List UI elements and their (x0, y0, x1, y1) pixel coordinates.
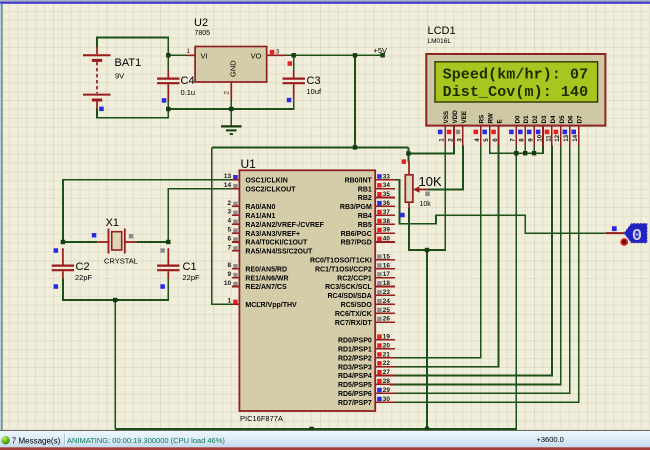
svg-text:Speed(km/hr): 07: Speed(km/hr): 07 (443, 66, 589, 83)
svg-text:D3: D3 (541, 115, 548, 124)
svg-text:RD1/PSP1: RD1/PSP1 (338, 347, 372, 354)
svg-text:D7: D7 (577, 115, 584, 124)
svg-text:14: 14 (224, 182, 232, 189)
svg-text:RD7/PSP7: RD7/PSP7 (338, 400, 372, 407)
svg-text:VSS: VSS (443, 111, 450, 124)
svg-text:RE0/AN5/RD: RE0/AN5/RD (245, 266, 287, 273)
svg-text:RA2/AN2/VREF-/CVREF: RA2/AN2/VREF-/CVREF (245, 222, 324, 229)
svg-text:RB7/PGD: RB7/PGD (341, 240, 372, 247)
svg-text:2: 2 (227, 200, 231, 207)
svg-text:RC7/RX/DT: RC7/RX/DT (335, 320, 373, 327)
svg-text:X1: X1 (106, 217, 119, 229)
svg-text:+5V: +5V (374, 46, 388, 55)
svg-text:D5: D5 (559, 115, 566, 124)
svg-text:RC1/T1OSI/CCP2: RC1/T1OSI/CCP2 (315, 266, 372, 273)
svg-text:8: 8 (227, 262, 231, 269)
svg-text:U1: U1 (241, 157, 257, 171)
svg-text:RE1/AN6/WR: RE1/AN6/WR (245, 275, 288, 282)
svg-text:C3: C3 (307, 75, 321, 87)
svg-text:7805: 7805 (195, 30, 211, 37)
svg-text:D2: D2 (532, 115, 539, 124)
svg-text:10: 10 (224, 280, 232, 287)
svg-text:RC0/T1OSO/T1CKI: RC0/T1OSO/T1CKI (310, 258, 372, 265)
svg-text:3: 3 (227, 209, 231, 216)
svg-text:10uf: 10uf (307, 87, 323, 96)
svg-text:4: 4 (227, 218, 231, 225)
svg-text:22pF: 22pF (75, 273, 93, 282)
svg-text:VO: VO (251, 52, 262, 61)
svg-text:RD3/PSP3: RD3/PSP3 (338, 364, 372, 371)
svg-text:0: 0 (632, 227, 642, 246)
svg-text:C4: C4 (181, 75, 195, 87)
svg-text:RB2: RB2 (358, 195, 372, 202)
svg-text:RE2/AN7/CS: RE2/AN7/CS (245, 284, 287, 291)
svg-text:9: 9 (227, 271, 231, 278)
svg-text:10K: 10K (419, 174, 442, 189)
svg-text:Dist_Cov(m): 140: Dist_Cov(m): 140 (443, 84, 589, 101)
svg-text:BAT1: BAT1 (115, 57, 142, 69)
svg-text:OSC1/CLKIN: OSC1/CLKIN (245, 177, 287, 184)
svg-text:RA4/T0CKI/C1OUT: RA4/T0CKI/C1OUT (245, 240, 308, 247)
svg-text:RB1: RB1 (358, 186, 372, 193)
svg-text:RB0/INT: RB0/INT (345, 177, 373, 184)
svg-text:C1: C1 (183, 261, 197, 273)
svg-text:1: 1 (186, 48, 190, 55)
svg-text:VDD: VDD (452, 110, 459, 124)
svg-text:RD6/PSP6: RD6/PSP6 (338, 391, 372, 398)
svg-text:D0: D0 (514, 115, 521, 124)
svg-text:RA3/AN3/VREF+: RA3/AN3/VREF+ (245, 231, 300, 238)
svg-text:D4: D4 (550, 115, 557, 124)
svg-text:RA0/AN0: RA0/AN0 (245, 204, 275, 211)
svg-text:OSC2/CLKOUT: OSC2/CLKOUT (245, 186, 296, 193)
svg-text:D1: D1 (523, 115, 530, 124)
svg-text:U2: U2 (194, 17, 208, 29)
svg-text:7 Message(s): 7 Message(s) (12, 437, 61, 446)
svg-text:E: E (497, 119, 504, 123)
svg-text:RB4: RB4 (358, 213, 372, 220)
svg-text:RD0/PSP0: RD0/PSP0 (338, 338, 372, 345)
svg-text:RA1/AN1: RA1/AN1 (245, 213, 275, 220)
svg-text:RD4/PSP4: RD4/PSP4 (338, 373, 372, 380)
svg-text:RC4/SDI/SDA: RC4/SDI/SDA (327, 293, 371, 300)
svg-text:MCLR/Vpp/THV: MCLR/Vpp/THV (245, 302, 297, 309)
svg-text:RC5/SDO: RC5/SDO (341, 302, 373, 309)
svg-text:22pF: 22pF (183, 273, 201, 282)
svg-text:2: 2 (224, 91, 231, 95)
svg-text:RD5/PSP5: RD5/PSP5 (338, 382, 372, 389)
svg-text:7: 7 (227, 244, 231, 251)
svg-text:RB3/PGM: RB3/PGM (340, 204, 372, 211)
svg-text:6: 6 (227, 235, 231, 242)
svg-text:RC2/CCP1: RC2/CCP1 (337, 275, 372, 282)
svg-text:RC6/TX/CK: RC6/TX/CK (335, 311, 372, 318)
svg-text:RW: RW (488, 113, 495, 123)
svg-text:RS: RS (479, 115, 486, 124)
svg-text:10k: 10k (420, 201, 432, 208)
svg-text:13: 13 (224, 173, 232, 180)
svg-text:9V: 9V (115, 72, 124, 81)
svg-text:D6: D6 (568, 115, 575, 124)
svg-text:ANIMATING: 00:00:19.300000 (CP: ANIMATING: 00:00:19.300000 (CPU load 46%… (67, 436, 225, 445)
svg-text:GND: GND (229, 60, 238, 77)
svg-text:1: 1 (227, 298, 231, 305)
svg-text:3: 3 (276, 49, 280, 56)
svg-text:LCD1: LCD1 (428, 25, 456, 37)
svg-text:RC3/SCK/SCL: RC3/SCK/SCL (325, 284, 372, 291)
svg-text:RD2/PSP2: RD2/PSP2 (338, 355, 372, 362)
svg-text:LM016L: LM016L (428, 38, 452, 45)
svg-text:5: 5 (227, 227, 231, 234)
svg-text:PIC16F877A: PIC16F877A (240, 414, 283, 423)
svg-text:RA5/AN4/SS/C2OUT: RA5/AN4/SS/C2OUT (245, 249, 313, 256)
svg-text:CRYSTAL: CRYSTAL (104, 257, 138, 266)
svg-text:+3600.0: +3600.0 (537, 435, 564, 444)
svg-text:C2: C2 (76, 261, 90, 273)
svg-text:VEE: VEE (461, 111, 468, 124)
svg-text:RB6/PGC: RB6/PGC (341, 231, 372, 238)
svg-text:RB5: RB5 (358, 222, 372, 229)
svg-text:0.1u: 0.1u (181, 88, 196, 97)
svg-text:VI: VI (201, 52, 208, 61)
